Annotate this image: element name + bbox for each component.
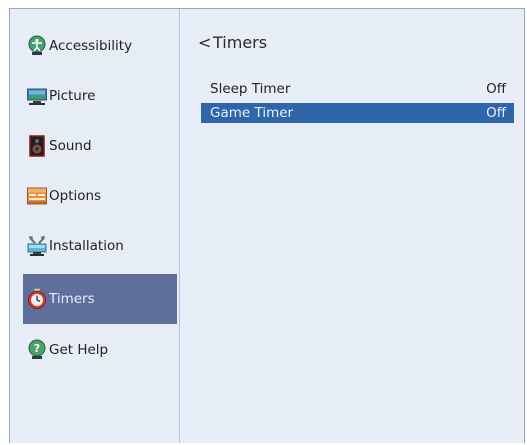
row-value: Off <box>486 105 506 121</box>
help-icon: ? <box>27 339 47 361</box>
sidebar-item-get-help[interactable]: ? Get Help <box>23 325 177 375</box>
sidebar-item-options[interactable]: Options <box>23 171 177 221</box>
sidebar-item-label: Accessibility <box>49 38 133 54</box>
sidebar-item-label: Picture <box>49 88 96 104</box>
main-panel: < Timers Sleep Timer Off Game Timer Off <box>181 9 524 443</box>
installation-icon <box>27 235 47 257</box>
accessibility-icon <box>27 35 47 57</box>
sidebar-item-label: Get Help <box>49 342 109 358</box>
picture-icon <box>27 85 47 107</box>
timer-row-sleep[interactable]: Sleep Timer Off <box>201 79 514 99</box>
timer-icon <box>27 288 47 310</box>
timer-row-game[interactable]: Game Timer Off <box>201 103 514 123</box>
sidebar-item-sound[interactable]: Sound <box>23 121 177 171</box>
sidebar-item-timers[interactable]: Timers <box>23 274 177 324</box>
page-title: < Timers <box>198 33 267 52</box>
sidebar-item-accessibility[interactable]: Accessibility <box>23 21 177 71</box>
sidebar-item-picture[interactable]: Picture <box>23 71 177 121</box>
sidebar-item-label: Sound <box>49 138 92 154</box>
back-chevron-icon[interactable]: < <box>198 33 211 52</box>
sound-icon <box>27 135 47 157</box>
sidebar-item-label: Options <box>49 188 102 204</box>
sidebar-item-label: Timers <box>49 291 95 307</box>
svg-text:?: ? <box>34 342 40 355</box>
tv-settings-window: Accessibility Picture Sound Options Inst… <box>9 8 525 443</box>
row-label: Sleep Timer <box>210 81 291 97</box>
row-label: Game Timer <box>210 105 294 121</box>
sidebar-item-label: Installation <box>49 238 124 254</box>
row-value: Off <box>486 81 506 97</box>
page-title-text: Timers <box>213 33 268 52</box>
sidebar: Accessibility Picture Sound Options Inst… <box>10 9 180 443</box>
sidebar-item-installation[interactable]: Installation <box>23 221 177 271</box>
options-icon <box>27 185 47 207</box>
